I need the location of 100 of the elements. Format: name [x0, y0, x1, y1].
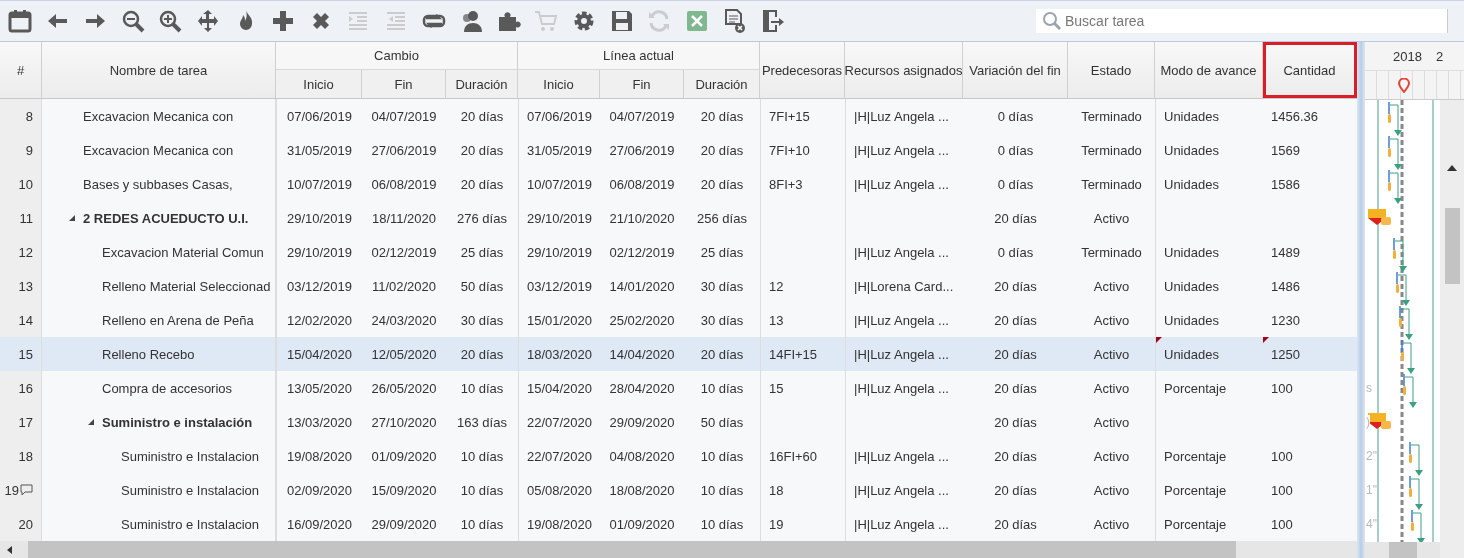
- bar-label: 2": [1366, 449, 1377, 463]
- predecessors: 12: [769, 278, 784, 294]
- start-date: 29/10/2019: [526, 210, 593, 226]
- dependency-arrow: [1389, 138, 1402, 170]
- timeline-year: 2018: [1393, 48, 1422, 64]
- scroll-up-icon[interactable]: [1447, 165, 1457, 171]
- task-bar[interactable]: [1388, 169, 1391, 191]
- progress-mode: Unidades: [1164, 108, 1219, 124]
- comment-icon[interactable]: [20, 484, 33, 496]
- task-bar[interactable]: [1388, 135, 1391, 157]
- summary-bar[interactable]: [1368, 413, 1391, 429]
- dependency-arrow: [1404, 376, 1417, 408]
- row-number: 11: [19, 210, 33, 226]
- end-date: 28/04/2020: [609, 380, 675, 396]
- bar-label: 1": [1366, 483, 1377, 497]
- status: Activo: [1093, 278, 1130, 294]
- dependency-arrow: [1389, 104, 1402, 136]
- end-variance: 20 días: [994, 448, 1037, 464]
- start-date: 13/05/2020: [286, 380, 353, 396]
- quantity: 100: [1271, 516, 1293, 532]
- end-date: 02/12/2019: [609, 244, 675, 260]
- end-date: 04/07/2019: [609, 108, 675, 124]
- calendar-icon[interactable]: [7, 8, 33, 34]
- task-name: Bases y subbases Casas,: [83, 176, 233, 192]
- progress-mode: Unidades: [1164, 312, 1219, 328]
- column-header[interactable]: #: [0, 42, 42, 98]
- quantity: 100: [1271, 482, 1293, 498]
- status: Activo: [1093, 346, 1130, 362]
- start-date: 10/07/2019: [286, 176, 353, 192]
- end-date: 02/12/2019: [371, 244, 437, 260]
- duration: 256 días: [697, 210, 747, 226]
- duration: 25 días: [460, 244, 504, 260]
- start-date: 10/07/2019: [526, 176, 593, 192]
- task-name: Suministro e Instalacion: [121, 516, 259, 532]
- task-bar[interactable]: [1401, 339, 1404, 361]
- row-number: 9: [25, 142, 33, 158]
- end-date: 06/08/2019: [371, 176, 437, 192]
- row-number: 13: [18, 278, 33, 294]
- end-variance: 20 días: [994, 380, 1037, 396]
- start-date: 18/03/2020: [526, 346, 593, 362]
- column-header[interactable]: Variación del fin: [963, 42, 1068, 98]
- column-header[interactable]: Nombre de tarea: [42, 42, 276, 98]
- row-number: 14: [18, 312, 33, 328]
- status: Activo: [1093, 482, 1130, 498]
- row-number: 15: [18, 346, 33, 362]
- column-header[interactable]: Recursos asignados: [845, 42, 963, 98]
- task-bar[interactable]: [1409, 475, 1412, 497]
- duration: 30 días: [700, 312, 744, 328]
- task-bar[interactable]: [1396, 271, 1399, 293]
- predecessors: 7FI+15: [769, 108, 810, 124]
- resources: |H|Luz Angela ...: [854, 346, 949, 362]
- duration: 30 días: [460, 312, 504, 328]
- start-date: 15/04/2020: [526, 380, 593, 396]
- end-date: 01/09/2020: [609, 516, 675, 532]
- scroll-thumb[interactable]: [1388, 542, 1417, 558]
- end-date: 26/05/2020: [371, 380, 437, 396]
- end-date: 12/05/2020: [371, 346, 437, 362]
- task-bar[interactable]: [1409, 441, 1412, 463]
- column-header[interactable]: Estado: [1068, 42, 1155, 98]
- task-bar[interactable]: [1388, 101, 1391, 123]
- quantity: 100: [1271, 448, 1293, 464]
- horizontal-scrollbar[interactable]: [1365, 542, 1440, 558]
- column-header[interactable]: Predecesoras: [760, 42, 845, 98]
- start-date: 05/08/2020: [526, 482, 593, 498]
- duration: 50 días: [460, 278, 504, 294]
- zoom-in-icon[interactable]: [157, 8, 184, 34]
- duration: 20 días: [460, 108, 504, 124]
- vertical-scrollbar[interactable]: [1440, 100, 1464, 558]
- start-date: 15/01/2020: [526, 312, 593, 328]
- duration: 10 días: [460, 482, 504, 498]
- task-bar[interactable]: [1399, 305, 1402, 327]
- collapse-icon[interactable]: [68, 214, 76, 222]
- end-date: 29/09/2020: [371, 516, 437, 532]
- task-name: Excavacion Material Comun: [102, 244, 264, 260]
- status: Activo: [1093, 448, 1130, 464]
- duration: 20 días: [460, 346, 504, 362]
- scroll-thumb[interactable]: [1445, 208, 1460, 284]
- row-number: 18: [18, 448, 33, 464]
- dependency-arrow: [1410, 444, 1423, 476]
- dependency-arrow: [1402, 342, 1415, 374]
- table-row[interactable]: 15 Relleno Recebo 15/04/2020 12/05/2020 20 días 18/03/2020 14/04/2020 20 días 14FI+15 |H|Luz Angela ... 20 días Activo Unidades 1250: [0, 337, 1357, 371]
- collapse-icon[interactable]: [87, 418, 95, 426]
- task-name: Excavacion Mecanica con: [83, 108, 234, 124]
- duration: 10 días: [460, 380, 504, 396]
- end-date: 21/10/2020: [609, 210, 675, 226]
- column-header[interactable]: Modo de avance: [1155, 42, 1263, 98]
- column-group-header: Línea actual: [518, 42, 760, 70]
- scroll-left-icon[interactable]: [6, 545, 14, 554]
- column-header[interactable]: Cantidad: [1263, 42, 1357, 98]
- summary-bar[interactable]: [1368, 209, 1391, 225]
- search-field[interactable]: Buscar tarea: [1036, 9, 1448, 33]
- progress-mode: Unidades: [1164, 346, 1219, 362]
- task-bar[interactable]: [1403, 373, 1406, 395]
- end-variance: 20 días: [994, 414, 1037, 430]
- dependency-arrow: [1412, 512, 1425, 542]
- start-date: 03/12/2019: [526, 278, 593, 294]
- duration: 10 días: [700, 482, 744, 498]
- task-bar[interactable]: [1393, 237, 1396, 259]
- progress-mode: Unidades: [1164, 278, 1219, 294]
- task-bar[interactable]: [1411, 509, 1414, 531]
